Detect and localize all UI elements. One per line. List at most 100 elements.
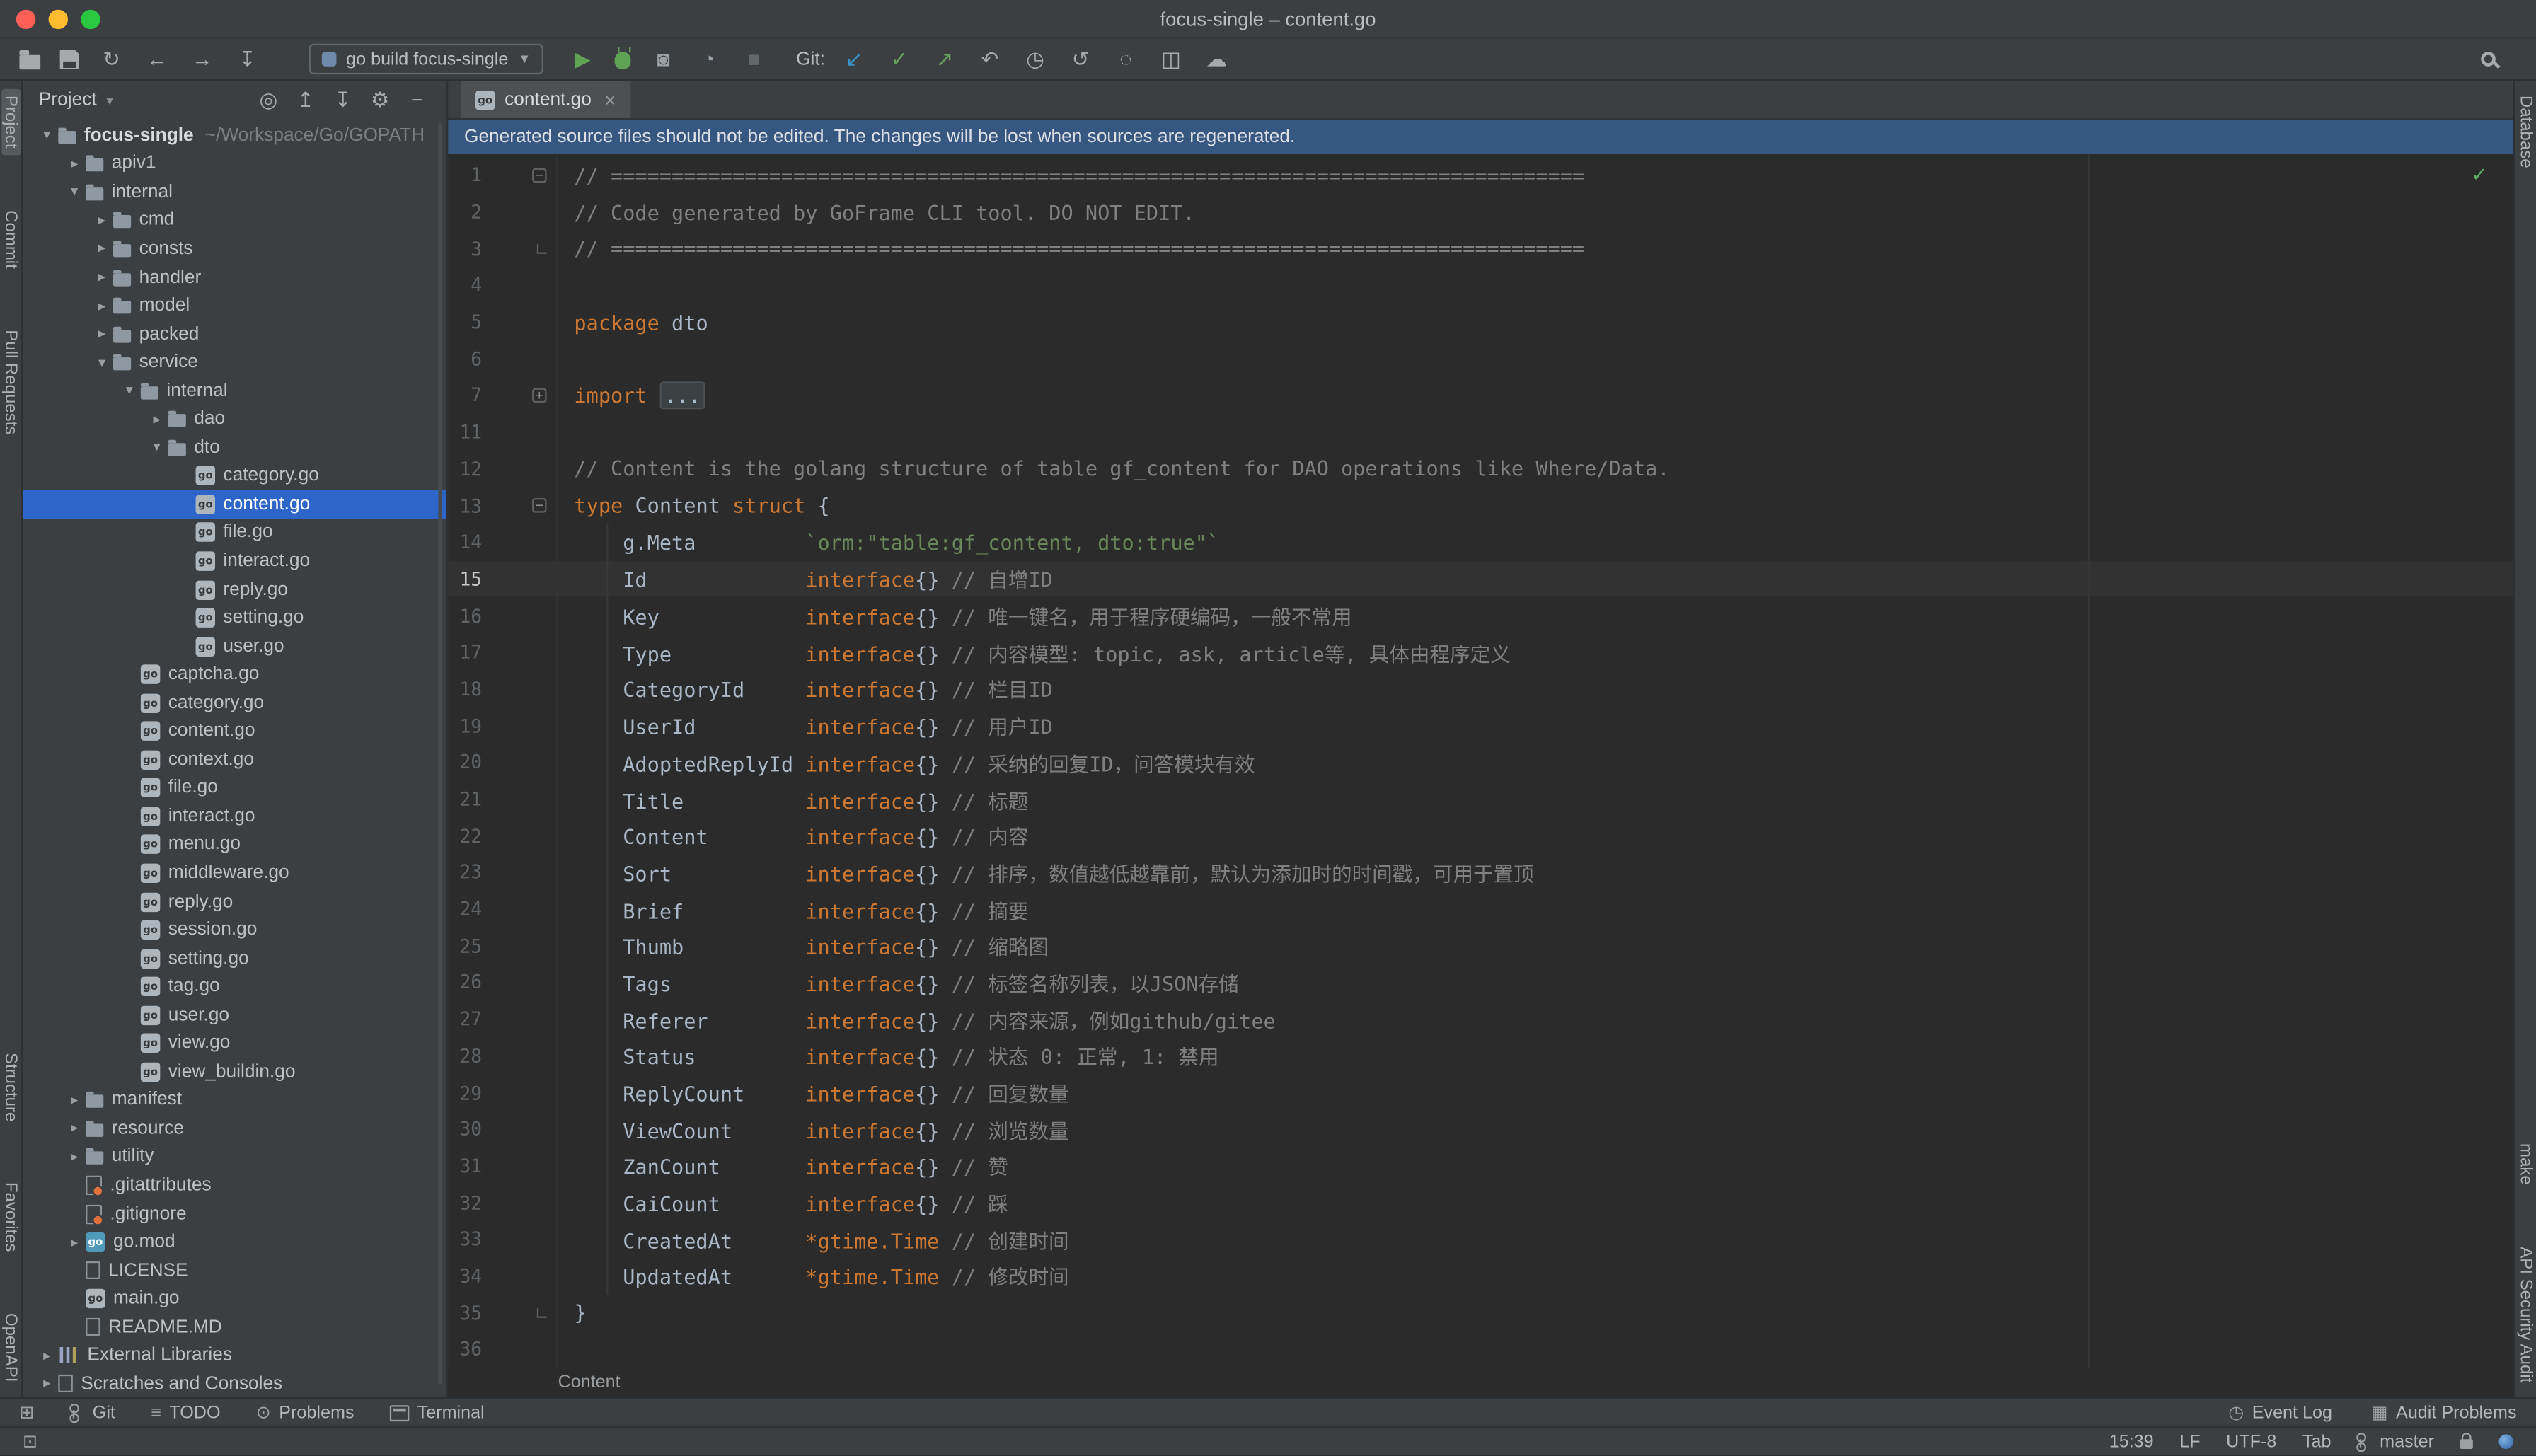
chevron-closed-icon[interactable]: ▸ — [91, 268, 113, 286]
tree-item-manifest[interactable]: ▸manifest — [23, 1086, 446, 1114]
code-line-25[interactable]: 25 Thumb interface{} // 缩略图 — [448, 928, 2513, 964]
tool-stripe-make[interactable]: make — [2515, 1137, 2535, 1191]
tree-item-consts[interactable]: ▸consts — [23, 235, 446, 263]
code-line-33[interactable]: 33 CreatedAt *gtime.Time // 创建时间 — [448, 1221, 2513, 1258]
run-with-coverage-icon[interactable]: ◙ — [650, 46, 676, 72]
code-line-2[interactable]: 2// Code generated by GoFrame CLI tool. … — [448, 194, 2513, 231]
code-line-7[interactable]: 7+import ... — [448, 377, 2513, 414]
project-view-title[interactable]: Project — [39, 91, 97, 110]
zoom-window-button[interactable] — [81, 9, 100, 28]
code-line-17[interactable]: 17 Type interface{} // 内容模型: topic, ask,… — [448, 634, 2513, 671]
tree-item-resource[interactable]: ▸resource — [23, 1114, 446, 1143]
tree-item-view-go[interactable]: view.go — [23, 1029, 446, 1058]
history-icon[interactable]: ◷ — [1022, 46, 1049, 72]
code-line-27[interactable]: 27 Referer interface{} // 内容来源，例如github/… — [448, 1000, 2513, 1037]
code-line-21[interactable]: 21 Title interface{} // 标题 — [448, 780, 2513, 817]
close-tab-icon[interactable]: × — [604, 90, 616, 109]
chevron-down-icon[interactable]: ▾ — [106, 93, 113, 108]
tree-item-dto[interactable]: ▾dto — [23, 434, 446, 462]
tree-item-reply-go[interactable]: reply.go — [23, 575, 446, 603]
chevron-closed-icon[interactable]: ▸ — [63, 1148, 86, 1166]
code-line-6[interactable]: 6 — [448, 340, 2513, 377]
tree-item-license[interactable]: LICENSE — [23, 1256, 446, 1285]
hide-icon[interactable]: − — [408, 87, 427, 113]
fold-marker-icon[interactable] — [537, 243, 547, 253]
audit-problems-button[interactable]: ▦Audit Problems — [2371, 1402, 2517, 1423]
code-line-20[interactable]: 20 AdoptedReplyId interface{} // 采纳的回复ID… — [448, 744, 2513, 780]
run-configuration-select[interactable]: go build focus-single ▼ — [309, 44, 544, 74]
file-encoding[interactable]: UTF-8 — [2226, 1432, 2276, 1451]
tree-item-setting-go[interactable]: setting.go — [23, 603, 446, 632]
open-file-icon[interactable] — [19, 54, 40, 69]
tool-stripe-database[interactable]: Database — [2515, 89, 2535, 175]
inspection-ok-icon[interactable]: ✓ — [2471, 163, 2487, 186]
code-line-15[interactable]: 15 Id interface{} // 自增ID — [448, 560, 2513, 597]
code-line-18[interactable]: 18 CategoryId interface{} // 栏目ID — [448, 671, 2513, 707]
forward-icon[interactable]: → — [189, 46, 215, 72]
code-line-3[interactable]: 3// ====================================… — [448, 230, 2513, 267]
tree-item-external-libraries[interactable]: ▸External Libraries — [23, 1341, 446, 1370]
tree-item-tag-go[interactable]: tag.go — [23, 973, 446, 1001]
tree-item-captcha-go[interactable]: captcha.go — [23, 660, 446, 688]
code-line-24[interactable]: 24 Brief interface{} // 摘要 — [448, 891, 2513, 928]
minimize-window-button[interactable] — [49, 9, 68, 28]
update-project-icon[interactable]: ↙ — [841, 46, 868, 72]
commit-icon[interactable]: ✓ — [887, 46, 913, 72]
tool-stripe-structure[interactable]: Structure — [1, 1046, 20, 1128]
tree-item-setting-go[interactable]: setting.go — [23, 944, 446, 973]
todo-button[interactable]: ≡TODO — [151, 1402, 220, 1423]
code-line-26[interactable]: 26 Tags interface{} // 标签名称列表，以JSON存储 — [448, 964, 2513, 1001]
caret-position[interactable]: 15:39 — [2109, 1432, 2154, 1451]
lock-icon[interactable] — [2460, 1439, 2473, 1449]
code-line-14[interactable]: 14 g.Meta `orm:"table:gf_content, dto:tr… — [448, 524, 2513, 560]
tree-item-readme-md[interactable]: README.MD — [23, 1313, 446, 1341]
line-ending[interactable]: LF — [2179, 1432, 2200, 1451]
tree-item-internal[interactable]: ▾internal — [23, 376, 446, 405]
synchronize-icon[interactable]: ↻ — [98, 46, 125, 72]
fold-marker-icon[interactable]: − — [532, 168, 547, 183]
collapse-all-icon[interactable]: ↧ — [333, 87, 352, 113]
search-icon[interactable] — [2481, 52, 2496, 67]
tool-stripe-api-security-audit[interactable]: API Security Audit — [2515, 1240, 2535, 1389]
tool-stripe-openapi[interactable]: OpenAPI — [1, 1307, 20, 1389]
code-line-11[interactable]: 11 — [448, 414, 2513, 451]
profiler-icon[interactable]: ◔ — [696, 46, 722, 72]
chevron-closed-icon[interactable]: ▸ — [63, 1092, 86, 1109]
code-line-22[interactable]: 22 Content interface{} // 内容 — [448, 817, 2513, 854]
tree-item-category-go[interactable]: category.go — [23, 462, 446, 490]
code-line-30[interactable]: 30 ViewCount interface{} // 浏览数量 — [448, 1111, 2513, 1148]
undo-icon[interactable]: ↺ — [1068, 46, 1094, 72]
code-line-12[interactable]: 12// Content is the golang structure of … — [448, 451, 2513, 487]
code-line-5[interactable]: 5package dto — [448, 304, 2513, 340]
locate-icon[interactable]: ◎ — [259, 87, 278, 113]
chevron-closed-icon[interactable]: ▸ — [146, 410, 168, 428]
chevron-closed-icon[interactable]: ▸ — [91, 297, 113, 315]
tree-item-view-buildin-go[interactable]: view_buildin.go — [23, 1058, 446, 1086]
code-line-23[interactable]: 23 Sort interface{} // 排序，数值越低越靠前，默认为添加时… — [448, 854, 2513, 891]
push-icon[interactable]: ↗ — [932, 46, 958, 72]
code-line-34[interactable]: 34 UpdatedAt *gtime.Time // 修改时间 — [448, 1257, 2513, 1294]
project-scrollbar[interactable] — [438, 123, 442, 1385]
chevron-open-icon[interactable]: ▾ — [91, 354, 113, 371]
tree-item-dao[interactable]: ▸dao — [23, 405, 446, 433]
close-window-button[interactable] — [16, 9, 35, 28]
debug-icon[interactable] — [615, 52, 631, 69]
tool-stripe-favorites[interactable]: Favorites — [1, 1176, 20, 1259]
fold-marker-icon[interactable]: − — [532, 498, 547, 513]
git-toolwindow-button[interactable]: Git — [70, 1402, 115, 1423]
chevron-open-icon[interactable]: ▾ — [63, 183, 86, 201]
tree-item-interact-go[interactable]: interact.go — [23, 802, 446, 831]
tab-content-go[interactable]: content.go × — [461, 81, 630, 118]
tree-item-scratches-and-consoles[interactable]: ▸Scratches and Consoles — [23, 1370, 446, 1397]
code-line-16[interactable]: 16 Key interface{} // 唯一键名，用于程序硬编码，一般不常用 — [448, 597, 2513, 634]
chevron-closed-icon[interactable]: ▸ — [63, 155, 86, 173]
event-log-button[interactable]: ◷Event Log — [2228, 1402, 2332, 1423]
sync-remote-icon[interactable]: ☁ — [1204, 46, 1230, 72]
tree-item-user-go[interactable]: user.go — [23, 1001, 446, 1029]
tree-item-main-go[interactable]: main.go — [23, 1285, 446, 1313]
fold-marker-icon[interactable] — [537, 1307, 547, 1317]
chevron-closed-icon[interactable]: ▸ — [91, 325, 113, 343]
code-line-4[interactable]: 4 — [448, 267, 2513, 304]
tool-stripe-pull-requests[interactable]: Pull Requests — [1, 323, 20, 441]
back-icon[interactable]: ← — [144, 46, 170, 72]
